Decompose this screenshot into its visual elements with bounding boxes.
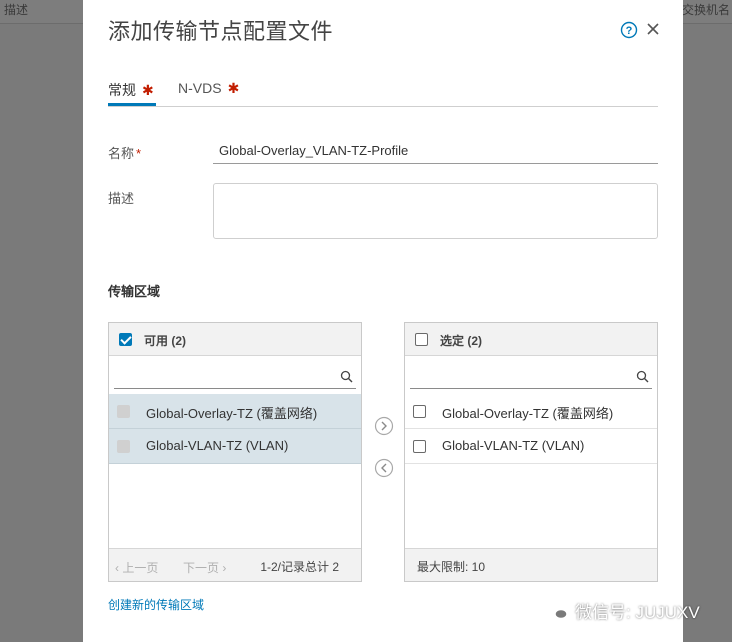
- name-label-text: 名称: [108, 146, 135, 161]
- previous-page-button[interactable]: ‹ 上一页: [115, 559, 158, 576]
- description-textarea[interactable]: [213, 183, 658, 239]
- create-transport-zone-link[interactable]: 创建新的传输区域: [108, 596, 204, 613]
- name-label: 名称 *: [108, 143, 141, 162]
- tab-n-vds-label: N-VDS: [178, 80, 222, 96]
- selected-item-vlan-tz[interactable]: Global-VLAN-TZ (VLAN): [405, 429, 657, 464]
- item-checkbox: [117, 405, 130, 418]
- tab-n-vds[interactable]: N-VDS ✱: [178, 80, 239, 97]
- tab-general-label: 常规: [108, 82, 136, 98]
- selected-count-label: 选定 (2): [440, 334, 483, 348]
- pagination-info: 1-2/记录总计 2: [260, 560, 339, 574]
- active-tab-indicator: [108, 103, 156, 106]
- available-item-vlan-tz[interactable]: Global-VLAN-TZ (VLAN): [109, 429, 361, 464]
- selected-list-panel: 选定 (2) Global-Overlay-TZ (覆盖网络) Global-V…: [404, 322, 658, 582]
- item-checkbox: [117, 440, 130, 453]
- search-icon: [340, 370, 353, 383]
- background-column-switch-name: 交换机名: [681, 3, 730, 17]
- select-all-available-checkbox[interactable]: [119, 333, 132, 346]
- available-search-input[interactable]: [114, 363, 356, 389]
- transport-zone-section-title: 传输区域: [108, 284, 161, 299]
- item-checkbox[interactable]: [413, 440, 426, 453]
- required-marker: ✱: [227, 80, 240, 96]
- selected-search-input[interactable]: [410, 363, 652, 389]
- previous-page-label: 上一页: [122, 561, 159, 575]
- name-input[interactable]: Global-Overlay_VLAN-TZ-Profile: [213, 138, 658, 164]
- required-marker: ✱: [142, 82, 154, 98]
- item-label: Global-Overlay-TZ (覆盖网络): [146, 406, 318, 421]
- item-label: Global-Overlay-TZ (覆盖网络): [442, 406, 614, 421]
- available-count-label: 可用 (2): [144, 334, 187, 348]
- search-icon: [636, 370, 649, 383]
- select-all-selected-checkbox[interactable]: [415, 333, 428, 346]
- svg-text:?: ?: [626, 25, 633, 37]
- dialog-title: 添加传输节点配置文件: [108, 19, 334, 44]
- item-label: Global-VLAN-TZ (VLAN): [146, 438, 289, 453]
- move-left-button[interactable]: [374, 458, 394, 478]
- next-page-label: 下一页: [183, 561, 220, 575]
- watermark-text: 微信号: JUJUXV: [575, 603, 700, 622]
- item-checkbox[interactable]: [413, 405, 426, 418]
- required-asterisk: *: [136, 146, 142, 161]
- description-label: 描述: [108, 191, 135, 206]
- available-item-overlay-tz[interactable]: Global-Overlay-TZ (覆盖网络): [109, 394, 361, 429]
- close-icon[interactable]: [645, 21, 661, 37]
- move-right-button[interactable]: [374, 416, 394, 436]
- wechat-icon: [545, 604, 568, 620]
- max-limit-label: 最大限制: 10: [417, 560, 486, 574]
- add-transport-node-profile-dialog: 添加传输节点配置文件 ? 常规 ✱ N-VDS ✱ 名称 * Global-Overl…: [83, 0, 683, 642]
- tab-bar: 常规 ✱ N-VDS ✱: [108, 72, 658, 107]
- available-list-header: 可用 (2): [109, 323, 361, 356]
- next-page-button[interactable]: 下一页 ›: [183, 559, 226, 576]
- tab-general[interactable]: 常规 ✱: [108, 80, 154, 100]
- chevron-left-icon: ‹: [115, 561, 119, 575]
- chevron-right-icon: ›: [222, 561, 227, 575]
- background-column-description: 描述: [4, 3, 29, 17]
- selected-list-footer: 最大限制: 10: [405, 548, 657, 581]
- selected-item-overlay-tz[interactable]: Global-Overlay-TZ (覆盖网络): [405, 394, 657, 429]
- help-icon[interactable]: ?: [620, 21, 638, 39]
- available-list-panel: 可用 (2) Global-Overlay-TZ (覆盖网络) Global-V…: [108, 322, 362, 582]
- available-list-footer: ‹ 上一页 下一页 › 1-2/记录总计 2: [109, 548, 361, 581]
- wechat-watermark: 微信号: JUJUXV: [545, 598, 700, 623]
- item-label: Global-VLAN-TZ (VLAN): [442, 438, 585, 453]
- selected-list-header: 选定 (2): [405, 323, 657, 356]
